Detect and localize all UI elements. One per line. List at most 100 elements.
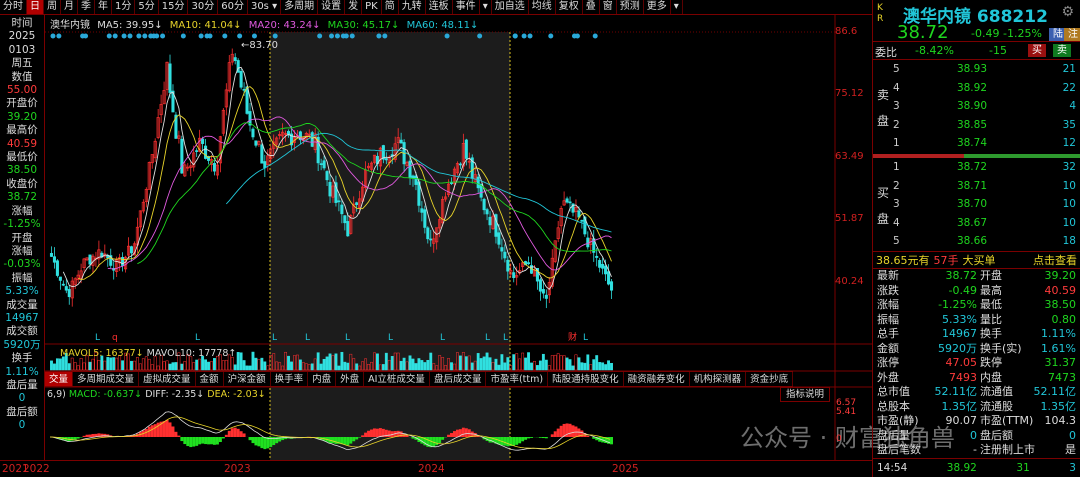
orderbook-row[interactable]: 4 38.92 22 — [893, 79, 1080, 98]
toolbar-item-27[interactable]: 更多 — [644, 0, 671, 14]
tab-indicator[interactable]: 市盈率(ttm) — [486, 372, 549, 386]
candle — [251, 128, 255, 138]
orderbook-row[interactable]: 3 38.70 10 — [893, 195, 1080, 214]
order-volume: 35 — [1062, 118, 1076, 131]
toolbar-item-17[interactable]: 九转 — [399, 0, 426, 14]
indicator-help-button[interactable]: 指标说明 — [780, 387, 830, 402]
tab-indicator[interactable]: 金额 — [196, 372, 224, 386]
orderbook-row[interactable]: 5 38.93 21 — [893, 60, 1080, 79]
candle — [52, 256, 56, 263]
event-dot — [592, 33, 598, 39]
candle — [319, 163, 323, 165]
orderbook-row[interactable]: 1 38.74 12 — [893, 134, 1080, 153]
price-change-pct: -1.25% — [1003, 27, 1042, 40]
macd-bar — [378, 428, 382, 437]
event-dot — [50, 33, 56, 39]
toolbar-item-8[interactable]: 15分 — [159, 0, 189, 14]
toolbar-item-5[interactable]: 年 — [95, 0, 112, 14]
gear-icon[interactable]: ⚙ — [1061, 4, 1074, 20]
tab-indicator[interactable]: 陆股通持股变化 — [548, 372, 624, 386]
toolbar-item-24[interactable]: 叠 — [583, 0, 600, 14]
macd-bar — [367, 430, 371, 437]
toolbar-item-11[interactable]: 30s ▾ — [248, 0, 282, 14]
toolbar-item-19[interactable]: 事件 — [453, 0, 480, 14]
stat-value: 1.35亿 — [941, 399, 978, 413]
toolbar-item-3[interactable]: 月 — [61, 0, 78, 14]
volume-bar — [512, 354, 516, 371]
candle — [61, 283, 65, 286]
volume-bar — [346, 362, 350, 371]
tab-indicator[interactable]: 机构探测器 — [690, 372, 747, 386]
macd-bar — [100, 433, 104, 437]
macd-bar — [218, 437, 222, 443]
toolbar-item-6[interactable]: 1分 — [112, 0, 136, 14]
volume-bar — [544, 359, 548, 371]
tab-indicator[interactable]: 盘后成交量 — [430, 372, 487, 386]
tab-indicator[interactable]: AI立桩成交量 — [364, 372, 430, 386]
toolbar-item-2[interactable]: 周 — [44, 0, 61, 14]
toolbar-item-23[interactable]: 复权 — [556, 0, 583, 14]
stat-label: 量比 — [980, 312, 1002, 326]
orderbook-row[interactable]: 2 38.85 35 — [893, 116, 1080, 135]
volume-bar — [150, 364, 154, 371]
orderbook-row[interactable]: 5 38.66 18 — [893, 232, 1080, 251]
macd-bar — [559, 425, 563, 437]
toolbar-item-26[interactable]: 预测 — [617, 0, 644, 14]
sidebar-field: 盘后量 — [6, 378, 38, 391]
toolbar-item-25[interactable]: 窗 — [600, 0, 617, 14]
event-dot — [56, 33, 62, 39]
macd-bar — [177, 435, 181, 437]
toolbar-item-1[interactable]: 日 — [27, 0, 44, 14]
volume-bar — [322, 358, 326, 371]
tab-indicator[interactable]: 多周期成交量 — [73, 372, 140, 386]
tab-indicator[interactable]: 外盘 — [336, 372, 365, 386]
level: 2 — [893, 118, 900, 131]
orderbook-row[interactable]: 1 38.72 32 — [893, 158, 1080, 177]
volume-bar — [112, 357, 116, 371]
orderbook-row[interactable]: 3 38.90 4 — [893, 97, 1080, 116]
volume-bar — [604, 364, 608, 371]
tab-indicator[interactable]: 沪深金额 — [224, 372, 271, 386]
toolbar-item-4[interactable]: 季 — [78, 0, 95, 14]
macd-bar — [180, 437, 184, 442]
volume-bar — [204, 359, 207, 371]
tab-indicator[interactable]: 融资融券变化 — [624, 372, 690, 386]
toolbar-item-22[interactable]: 均线 — [529, 0, 556, 14]
tab-indicator[interactable]: 交量 — [45, 372, 74, 386]
big-order-link[interactable]: 点击查看 — [1033, 252, 1077, 268]
signal-marker: L — [503, 333, 508, 343]
volume-bar — [547, 365, 551, 371]
macd-bar — [207, 437, 211, 445]
sell-button[interactable]: 卖 — [1053, 44, 1071, 57]
tab-indicator[interactable]: 资金抄底 — [746, 372, 794, 386]
toolbar-item-20[interactable]: ▾ — [480, 0, 492, 14]
toolbar-item-15[interactable]: PK — [362, 0, 382, 14]
toolbar-item-21[interactable]: 加自选 — [492, 0, 529, 14]
level: 2 — [893, 179, 900, 192]
stat-value: 47.05 — [945, 356, 978, 369]
event-dot — [382, 33, 388, 39]
toolbar-item-7[interactable]: 5分 — [135, 0, 159, 14]
stat-label: 流通股 — [980, 399, 1013, 413]
stat-left: 涨停 47.05 — [877, 356, 977, 371]
volume-bar — [180, 363, 184, 371]
orderbook-row[interactable]: 2 38.71 10 — [893, 177, 1080, 196]
toolbar-item-18[interactable]: 连板 — [426, 0, 453, 14]
macd-bar — [364, 432, 368, 437]
macd-bar — [221, 437, 225, 439]
tab-indicator[interactable]: 内盘 — [308, 372, 337, 386]
toolbar-item-10[interactable]: 60分 — [218, 0, 248, 14]
tab-indicator[interactable]: 虚拟成交量 — [139, 372, 196, 386]
toolbar-item-12[interactable]: 多周期 — [281, 0, 319, 14]
tab-indicator[interactable]: 换手率 — [271, 372, 309, 386]
toolbar-item-0[interactable]: 分时 — [0, 0, 27, 14]
toolbar-item-28[interactable]: ▾ — [671, 0, 683, 14]
toolbar-item-13[interactable]: 设置 — [318, 0, 346, 14]
toolbar-item-9[interactable]: 30分 — [188, 0, 219, 14]
toolbar-item-14[interactable]: 发 — [345, 0, 363, 14]
candle — [121, 257, 125, 266]
orderbook-row[interactable]: 4 38.67 10 — [893, 214, 1080, 233]
order-price: 38.90 — [956, 100, 987, 112]
toolbar-item-16[interactable]: 简 — [382, 0, 399, 14]
buy-button[interactable]: 买 — [1028, 44, 1046, 57]
